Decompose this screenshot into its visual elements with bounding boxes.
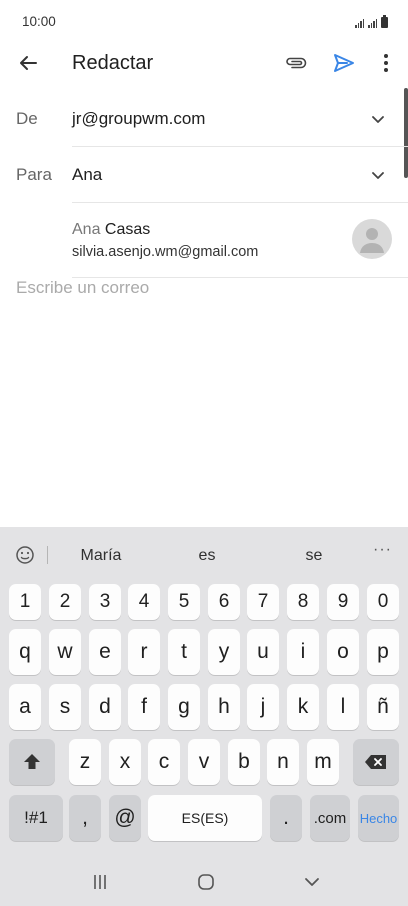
key[interactable]: 0 bbox=[367, 584, 399, 620]
key[interactable]: p bbox=[367, 629, 399, 675]
dotcom-key[interactable]: .com bbox=[310, 795, 350, 841]
from-field-row[interactable]: De jr@groupwm.com bbox=[0, 91, 408, 147]
key[interactable]: h bbox=[208, 684, 240, 730]
hide-keyboard-button[interactable] bbox=[292, 868, 332, 896]
key[interactable]: 2 bbox=[49, 584, 81, 620]
system-nav-bar bbox=[0, 856, 408, 906]
word-suggestion[interactable]: se bbox=[274, 547, 354, 565]
to-field-row[interactable]: Para Ana bbox=[0, 147, 408, 203]
divider bbox=[47, 546, 48, 564]
key[interactable]: g bbox=[168, 684, 200, 730]
key[interactable]: d bbox=[89, 684, 121, 730]
key[interactable]: 3 bbox=[89, 584, 121, 620]
chevron-down-icon bbox=[372, 171, 384, 179]
key[interactable]: c bbox=[148, 739, 180, 785]
key[interactable]: ñ bbox=[367, 684, 399, 730]
attach-button[interactable] bbox=[282, 49, 310, 77]
key[interactable]: v bbox=[188, 739, 220, 785]
key[interactable]: 9 bbox=[327, 584, 359, 620]
key[interactable]: l bbox=[327, 684, 359, 730]
key[interactable]: a bbox=[9, 684, 41, 730]
backspace-key[interactable] bbox=[353, 739, 399, 785]
shift-key[interactable] bbox=[9, 739, 55, 785]
key[interactable]: s bbox=[49, 684, 81, 730]
key[interactable]: w bbox=[49, 629, 81, 675]
divider bbox=[72, 202, 408, 203]
compose-toolbar: Redactar bbox=[0, 40, 408, 86]
status-time: 10:00 bbox=[22, 14, 56, 29]
period-key[interactable]: . bbox=[270, 795, 302, 841]
key[interactable]: 8 bbox=[287, 584, 319, 620]
from-value[interactable]: jr@groupwm.com bbox=[72, 109, 205, 129]
emoji-icon bbox=[16, 546, 34, 564]
key[interactable]: o bbox=[327, 629, 359, 675]
to-input[interactable]: Ana bbox=[72, 165, 102, 185]
status-bar: 10:00 bbox=[0, 0, 408, 44]
comma-key[interactable]: , bbox=[69, 795, 101, 841]
key[interactable]: j bbox=[247, 684, 279, 730]
back-button[interactable] bbox=[14, 49, 42, 77]
recent-apps-icon bbox=[94, 875, 106, 889]
symbols-key[interactable]: !#1 bbox=[9, 795, 63, 841]
recent-apps-button[interactable] bbox=[80, 868, 120, 896]
from-expand-button[interactable] bbox=[366, 107, 390, 131]
shift-icon bbox=[24, 754, 40, 769]
chevron-down-icon bbox=[372, 115, 384, 123]
suggestion-name-rest: Casas bbox=[100, 221, 151, 238]
key[interactable]: 7 bbox=[247, 584, 279, 620]
status-icons bbox=[355, 14, 388, 28]
key[interactable]: r bbox=[128, 629, 160, 675]
key[interactable]: q bbox=[9, 629, 41, 675]
key[interactable]: e bbox=[89, 629, 121, 675]
key[interactable]: z bbox=[69, 739, 101, 785]
key[interactable]: 1 bbox=[9, 584, 41, 620]
key[interactable]: n bbox=[267, 739, 299, 785]
key[interactable]: 5 bbox=[168, 584, 200, 620]
contact-suggestion[interactable]: Ana Casas silvia.asenjo.wm@gmail.com bbox=[0, 204, 408, 276]
send-button[interactable] bbox=[330, 49, 358, 77]
key[interactable]: f bbox=[128, 684, 160, 730]
key[interactable]: t bbox=[168, 629, 200, 675]
key[interactable]: 4 bbox=[128, 584, 160, 620]
done-key[interactable]: Hecho bbox=[358, 795, 399, 841]
home-button[interactable] bbox=[186, 868, 226, 896]
more-suggestions-button[interactable]: ··· bbox=[373, 541, 392, 559]
suggestion-bar: María es se ··· bbox=[0, 527, 408, 581]
key[interactable]: y bbox=[208, 629, 240, 675]
suggestion-name: Ana Casas bbox=[72, 221, 150, 239]
signal-icon bbox=[355, 18, 364, 28]
arrow-back-icon bbox=[20, 56, 37, 70]
key[interactable]: i bbox=[287, 629, 319, 675]
battery-icon bbox=[381, 15, 388, 28]
person-icon bbox=[360, 228, 384, 253]
word-suggestion[interactable]: María bbox=[61, 547, 141, 565]
to-label: Para bbox=[16, 165, 52, 184]
word-suggestion[interactable]: es bbox=[167, 547, 247, 565]
at-key[interactable]: @ bbox=[109, 795, 141, 841]
paperclip-icon bbox=[286, 57, 307, 69]
chevron-down-icon bbox=[305, 878, 319, 886]
keyboard: María es se ··· 1 2 3 4 5 6 7 8 9 0 q w … bbox=[0, 527, 408, 906]
key[interactable]: k bbox=[287, 684, 319, 730]
key[interactable]: u bbox=[247, 629, 279, 675]
key[interactable]: m bbox=[307, 739, 339, 785]
home-icon bbox=[198, 874, 214, 890]
emoji-button[interactable] bbox=[13, 543, 37, 567]
from-label: De bbox=[16, 109, 38, 128]
to-expand-button[interactable] bbox=[366, 163, 390, 187]
send-icon bbox=[334, 54, 354, 72]
signal-icon-2 bbox=[368, 18, 377, 28]
more-options-button[interactable] bbox=[372, 49, 400, 77]
page-title: Redactar bbox=[72, 52, 154, 74]
key[interactable]: 6 bbox=[208, 584, 240, 620]
body-input[interactable]: Escribe un correo bbox=[16, 278, 396, 308]
avatar bbox=[352, 219, 392, 259]
key[interactable]: b bbox=[228, 739, 260, 785]
backspace-icon bbox=[365, 755, 386, 769]
suggestion-name-match: Ana bbox=[72, 221, 101, 238]
suggestion-email: silvia.asenjo.wm@gmail.com bbox=[72, 244, 259, 260]
space-key[interactable]: ES(ES) bbox=[148, 795, 262, 841]
key[interactable]: x bbox=[109, 739, 141, 785]
more-vert-icon bbox=[384, 54, 388, 72]
